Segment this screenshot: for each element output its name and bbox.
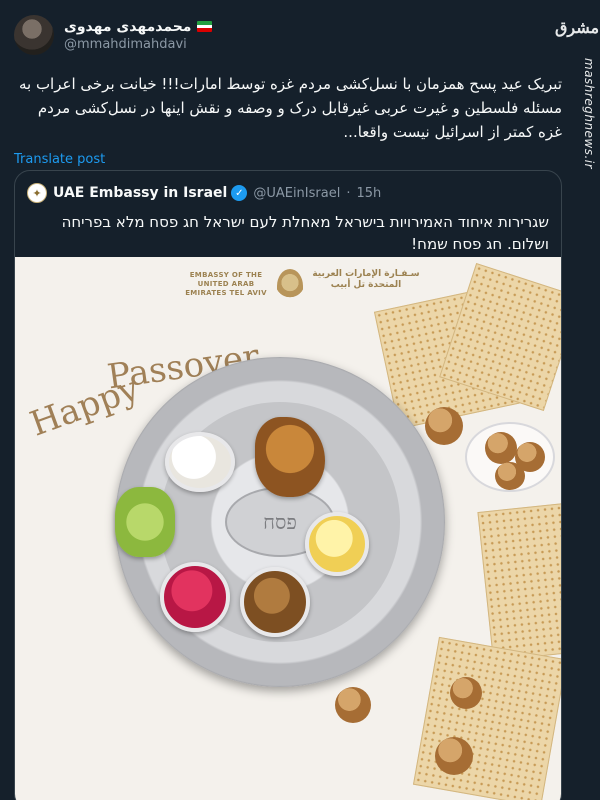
embassy-name-arabic: سـفـارة الإمارات العربية المتحدة تل أبيب (312, 269, 420, 290)
egg-bowl (165, 432, 235, 492)
watermark-bar: مشرق mashreghnews.ir (555, 0, 600, 800)
walnut (450, 677, 482, 709)
horseradish-bowl (305, 512, 369, 576)
walnut (335, 687, 371, 723)
tweet-header: محمدمهدی مهدوی @mmahdimahdavi (14, 10, 552, 60)
mashregh-logo: مشرق (554, 17, 600, 37)
display-name[interactable]: محمدمهدی مهدوی (64, 19, 191, 35)
watermark-url: mashreghnews.ir (582, 58, 596, 170)
matzah-piece (412, 636, 561, 800)
walnut (485, 432, 517, 464)
beet-bowl (160, 562, 230, 632)
quoted-tweet[interactable]: ✦ UAE Embassy in Israel ✓ @UAEinIsrael ·… (14, 170, 562, 800)
separator-dot: · (346, 185, 351, 201)
handle[interactable]: @mmahdimahdavi (64, 37, 212, 52)
quoted-display-name[interactable]: UAE Embassy in Israel (53, 185, 227, 201)
walnut (425, 407, 463, 445)
passover-image[interactable]: EMBASSY OF THE UNITED ARAB EMIRATES TEL … (15, 257, 561, 800)
display-name-row: محمدمهدی مهدوی (64, 19, 213, 35)
author-block: محمدمهدی مهدوی @mmahdimahdavi (64, 19, 213, 52)
quoted-text: שגרירות איחוד האמירויות בישראל מאחלת לעם… (61, 213, 549, 253)
uae-emblem-icon (277, 269, 303, 303)
tweet: محمدمهدی مهدوی @mmahdimahdavi تبریک عید … (0, 0, 566, 800)
quoted-tweet-header: ✦ UAE Embassy in Israel ✓ @UAEinIsrael ·… (15, 171, 561, 205)
avatar[interactable] (14, 15, 54, 55)
uae-embassy-avatar[interactable]: ✦ (27, 183, 47, 203)
charoset-bowl (240, 567, 310, 637)
quoted-handle[interactable]: @UAEinIsrael (253, 186, 340, 201)
quoted-timestamp[interactable]: 15h (356, 186, 381, 201)
matzah-piece (477, 502, 561, 662)
tweet-text: تبریک عید پسح همزمان با نسل‌کشی مردم غزه… (18, 75, 562, 141)
lettuce (115, 487, 175, 557)
translate-post-link[interactable]: Translate post (14, 152, 552, 167)
embassy-name-english: EMBASSY OF THE UNITED ARAB EMIRATES TEL … (185, 271, 267, 297)
walnut (495, 462, 525, 490)
verified-badge-icon: ✓ (231, 185, 248, 201)
iran-flag-icon (197, 21, 213, 32)
walnut (435, 737, 473, 775)
